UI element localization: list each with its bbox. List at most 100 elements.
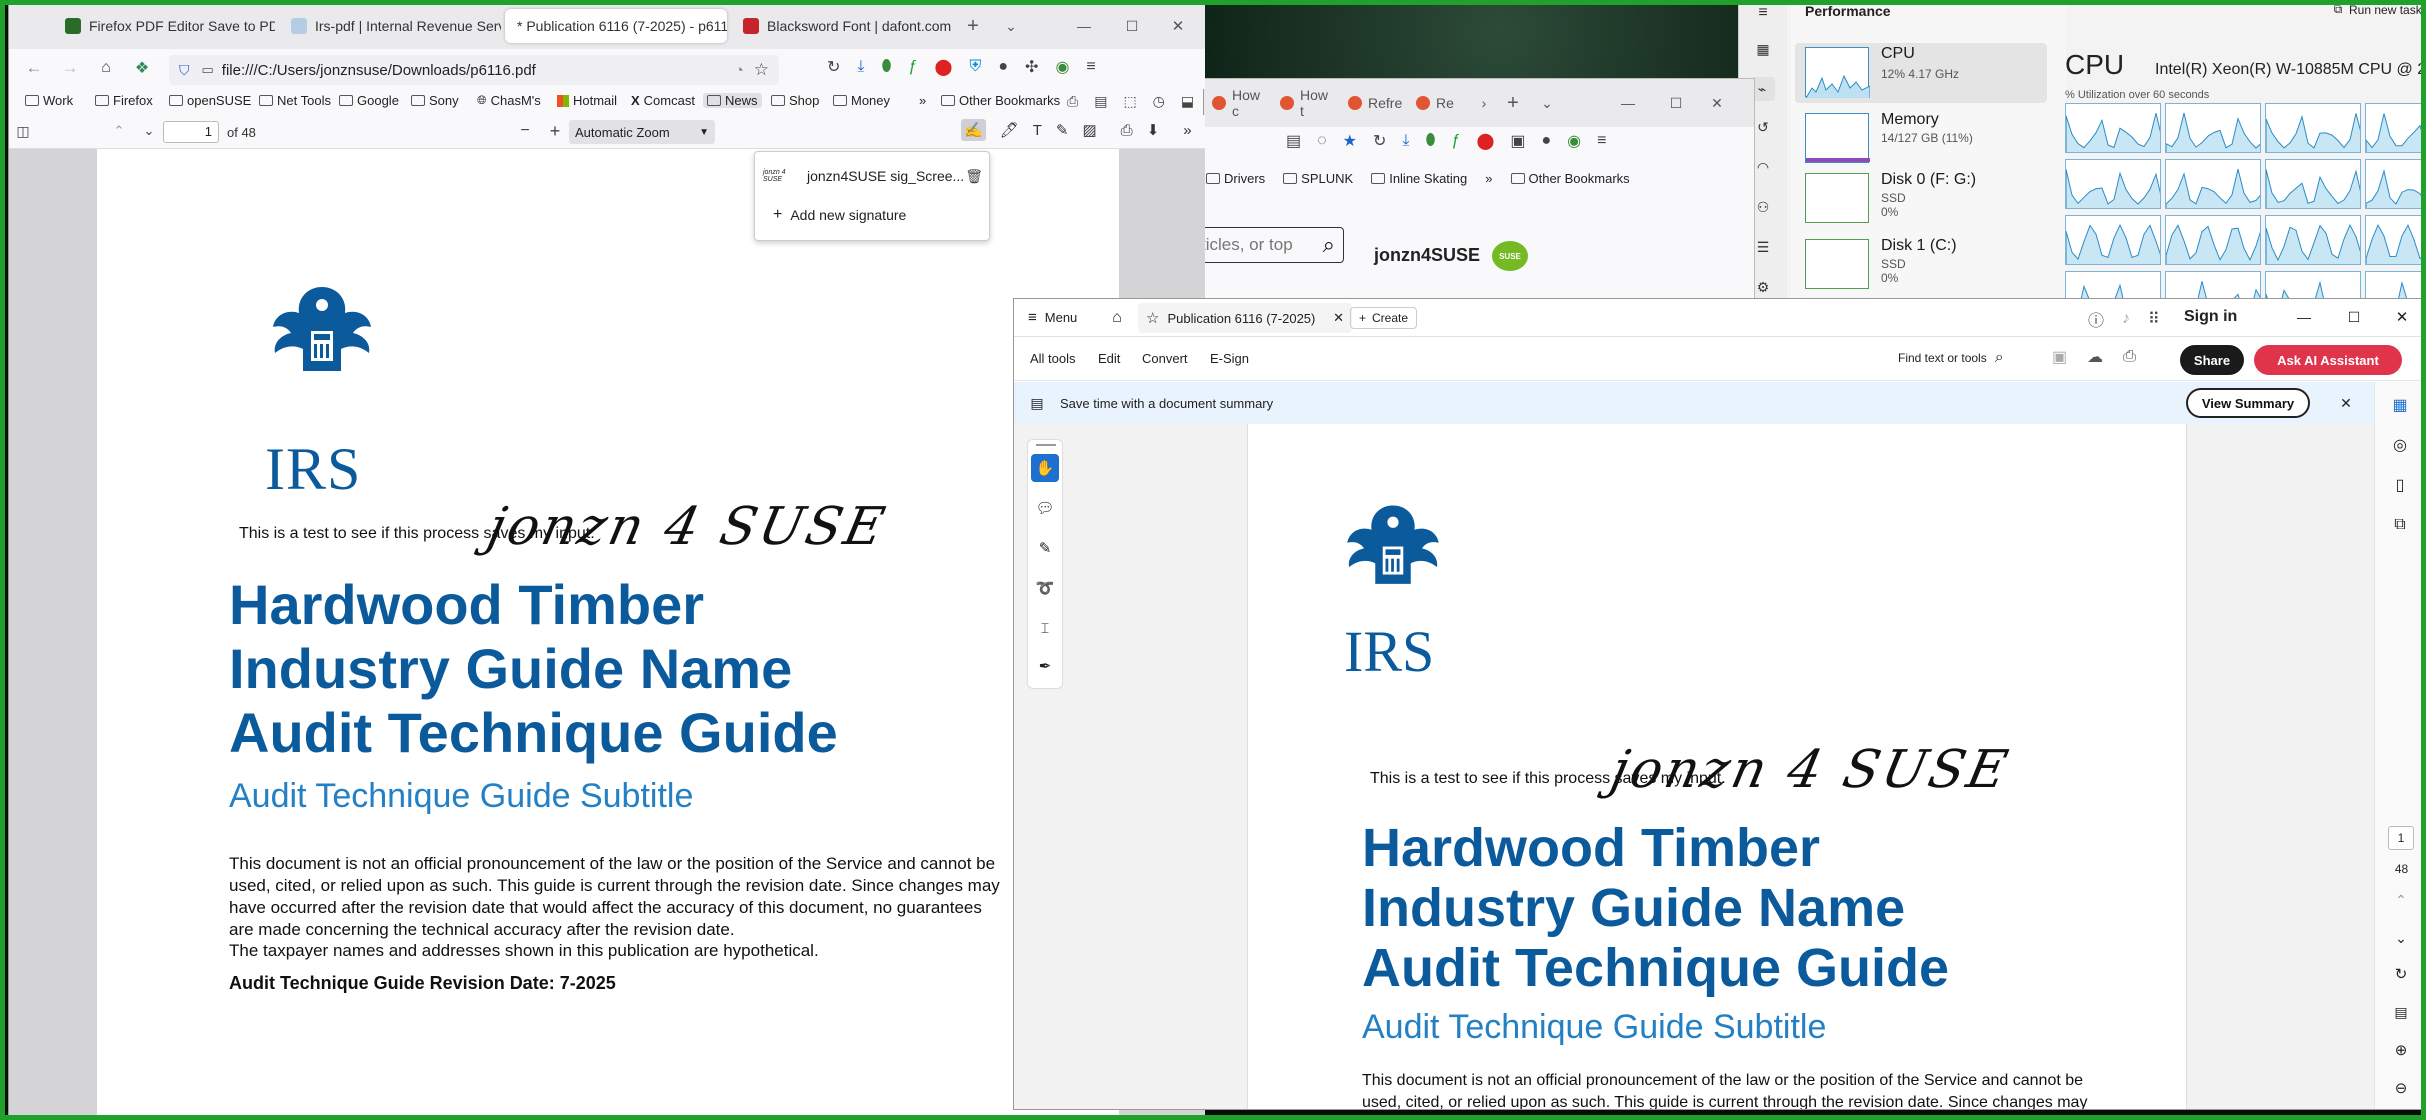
processes-icon[interactable]: ▦ xyxy=(1753,39,1773,59)
next-page-icon[interactable]: ⌄ xyxy=(2389,926,2413,950)
adblock-icon[interactable]: ⬤ xyxy=(934,57,952,77)
back-tab[interactable]: How t xyxy=(1270,86,1334,120)
edit-tab[interactable]: Edit xyxy=(1098,351,1120,366)
ask-ai-assistant-button[interactable]: Ask AI Assistant xyxy=(2254,345,2402,375)
zoom-in-icon[interactable]: + xyxy=(545,121,565,141)
sidebar-toggle-icon[interactable]: ◫ xyxy=(13,121,33,141)
bookmark-star-icon[interactable]: ★ xyxy=(1343,131,1357,151)
find-tools-search[interactable]: Find text or tools ⌕ xyxy=(1898,349,2004,367)
bookmarks-icon[interactable]: ▯ xyxy=(2387,472,2413,498)
minimize-icon[interactable]: — xyxy=(2292,305,2316,329)
reader-icon[interactable]: ▤ xyxy=(1094,93,1107,110)
print-icon[interactable]: ⎙ xyxy=(2123,348,2136,366)
reader-icon[interactable]: ▤ xyxy=(1286,131,1301,151)
extension-icon[interactable]: ⬮ xyxy=(1425,132,1435,150)
saved-signature-item[interactable]: jonzn 4 SUSE jonzn4SUSE sig_Scree... 🗑︎ xyxy=(763,162,983,190)
bookmark-news[interactable]: News xyxy=(703,93,762,108)
zoom-select[interactable]: Automatic Zoom ▼ xyxy=(569,120,715,144)
tab-list-icon[interactable]: ⌄ xyxy=(1532,95,1562,112)
bookmark-firefox[interactable]: Firefox xyxy=(95,93,153,108)
close-icon[interactable]: ✕ xyxy=(1163,13,1193,39)
extension-dark-icon[interactable]: ● xyxy=(1541,132,1551,150)
next-page-icon[interactable]: ⌄ xyxy=(139,121,159,141)
reload-icon[interactable]: ↻ xyxy=(1373,131,1386,151)
opensuse-extension-icon[interactable]: ◉ xyxy=(1055,57,1069,77)
extension-leaf-icon[interactable]: ❖ xyxy=(131,57,153,79)
tab-publication-6116[interactable]: * Publication 6116 (7-2025) - p6116 ✕ xyxy=(505,9,727,43)
users-icon[interactable]: ⚇ xyxy=(1753,197,1773,217)
shield-icon[interactable]: ⛉ xyxy=(179,62,190,79)
minimize-icon[interactable]: — xyxy=(1069,13,1099,39)
page-number-input[interactable]: 1 xyxy=(2388,826,2414,850)
bookmark-star-icon[interactable]: ☆ xyxy=(754,60,769,80)
upload-cloud-icon[interactable]: ☁ xyxy=(2087,347,2103,367)
add-signature-item[interactable]: + Add new signature xyxy=(773,206,906,224)
run-new-task-button[interactable]: Run new task xyxy=(2349,3,2422,17)
save-icon[interactable]: ⬇ xyxy=(1147,121,1160,139)
perf-item-cpu[interactable]: CPU 12% 4.17 GHz xyxy=(1795,43,2047,103)
tab-irs-pdf[interactable]: Irs-pdf | Internal Revenue Servic ✕ xyxy=(279,9,501,43)
pages-icon[interactable]: ⧉ xyxy=(2387,512,2413,538)
esign-tab[interactable]: E-Sign xyxy=(1210,351,1249,366)
feedly-icon[interactable]: ƒ xyxy=(909,58,918,76)
draw-tool-icon[interactable]: ✎ xyxy=(1056,121,1069,139)
previous-page-icon[interactable]: ⌃ xyxy=(2389,888,2413,912)
perf-item-disk0[interactable]: Disk 0 (F: G:) SSD 0% xyxy=(1805,169,2035,229)
history-icon[interactable]: ◷ xyxy=(1153,93,1165,110)
comment-tool-icon[interactable]: 💬︎ xyxy=(1031,494,1059,522)
menu-icon[interactable]: ≡ xyxy=(1597,132,1606,150)
back-tab[interactable]: Refre xyxy=(1338,86,1402,120)
services-icon[interactable]: ⚙ xyxy=(1753,277,1773,297)
search-icon[interactable]: ⌕ xyxy=(1323,232,1335,258)
draw-tool-icon[interactable]: ➰ xyxy=(1031,574,1059,602)
bookmark-google[interactable]: Google xyxy=(339,93,399,108)
signature-stamp[interactable]: jonzn 4 SUSE xyxy=(483,497,893,557)
account-name[interactable]: jonzn4SUSE xyxy=(1374,245,1480,266)
hamburger-icon[interactable]: ≡ xyxy=(1753,4,1773,21)
delete-icon[interactable]: 🗑︎ xyxy=(965,168,983,185)
image-tool-icon[interactable]: ▨ xyxy=(1082,121,1096,139)
bookmark-work[interactable]: Work xyxy=(25,93,73,108)
bitwarden-icon[interactable]: ⛨ xyxy=(969,58,981,76)
notification-bell-icon[interactable]: ♪ xyxy=(2122,310,2130,328)
bookmarks-overflow-icon[interactable]: » xyxy=(919,93,926,108)
opensuse-extension-icon[interactable]: ◉ xyxy=(1567,131,1581,151)
tools-overflow-icon[interactable]: » xyxy=(1183,122,1191,139)
details-icon[interactable]: ☰ xyxy=(1753,237,1773,257)
all-tools-tab[interactable]: All tools xyxy=(1030,351,1076,366)
tab-blacksword-font[interactable]: Blacksword Font | dafont.com ✕ xyxy=(731,9,953,43)
page-fit-icon[interactable]: ▤ xyxy=(2389,1000,2413,1024)
tab-firefox-pdf-editor[interactable]: Firefox PDF Editor Save to PDF xyxy=(53,9,275,43)
acrobat-document-tab[interactable]: ☆ Publication 6116 (7-2025) ✕ xyxy=(1138,303,1352,333)
adblock-icon[interactable]: ⬤ xyxy=(1476,131,1494,151)
print-icon[interactable]: ⎙ xyxy=(1121,122,1133,139)
previous-page-icon[interactable]: ⌃ xyxy=(109,121,129,141)
extension-badge-icon[interactable]: ▣ xyxy=(1510,131,1525,151)
startup-apps-icon[interactable]: ◠ xyxy=(1753,157,1773,177)
acrobat-menu-button[interactable]: ≡ Menu xyxy=(1028,309,1077,326)
rotate-icon[interactable]: ↻ xyxy=(2389,962,2413,986)
tab-scroll-right-icon[interactable]: › xyxy=(1474,95,1494,111)
view-summary-button[interactable]: View Summary xyxy=(2186,388,2310,418)
bookmark-drivers[interactable]: Drivers xyxy=(1206,171,1265,186)
back-icon[interactable]: ← xyxy=(23,57,45,79)
maximize-icon[interactable]: ☐ xyxy=(2342,305,2366,329)
download-icon[interactable]: ⤓ xyxy=(1402,132,1409,150)
suse-avatar[interactable]: SUSE xyxy=(1492,241,1528,271)
minimize-icon[interactable]: — xyxy=(1606,95,1650,111)
create-button[interactable]: + Create xyxy=(1350,307,1418,329)
highlight-tool-icon[interactable]: ✎ xyxy=(1031,534,1059,562)
back-tab[interactable]: How c xyxy=(1202,86,1266,120)
extension-icon[interactable]: ⬮ xyxy=(881,58,891,76)
text-tool-icon[interactable]: T xyxy=(1033,122,1042,139)
extensions-puzzle-icon[interactable]: ✣ xyxy=(1025,57,1038,77)
other-bookmarks[interactable]: Other Bookmarks xyxy=(941,93,1060,108)
feedly-icon[interactable]: ƒ xyxy=(1452,132,1461,150)
tab-close-icon[interactable]: ✕ xyxy=(1333,310,1344,326)
save-icon[interactable]: ▣ xyxy=(2052,347,2067,367)
home-icon[interactable]: ⌂ xyxy=(1106,307,1128,329)
app-history-icon[interactable]: ↺ xyxy=(1753,117,1773,137)
bookmark-sony[interactable]: Sony xyxy=(411,93,459,108)
download-icon[interactable]: ⤓ xyxy=(857,58,864,76)
zoom-out-icon[interactable]: ⊖ xyxy=(2389,1076,2413,1100)
